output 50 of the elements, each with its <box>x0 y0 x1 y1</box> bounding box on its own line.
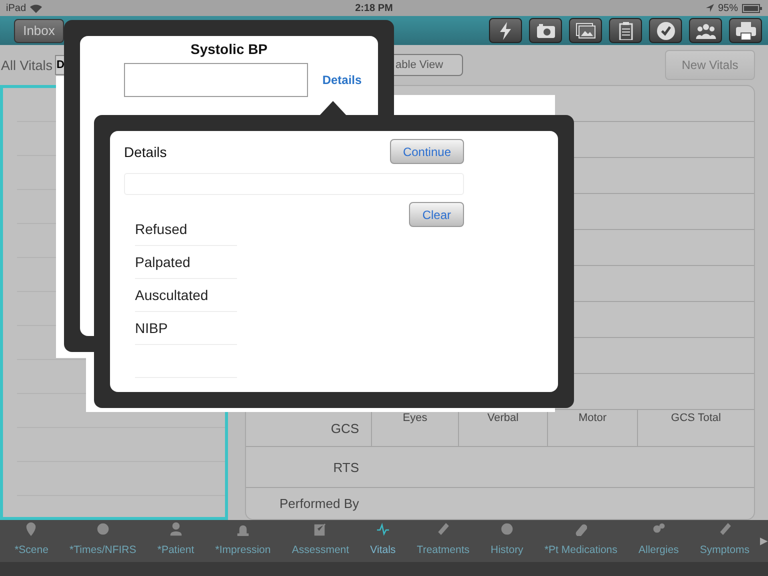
inbox-button[interactable]: Inbox <box>14 18 64 42</box>
checkbox-icon <box>314 522 326 536</box>
battery-percent: 95% <box>718 2 738 14</box>
row-label: GCS <box>330 420 360 436</box>
more-arrow[interactable]: ▶ <box>760 535 768 547</box>
option-item[interactable]: Auscultated <box>135 279 237 312</box>
clear-button[interactable]: Clear <box>409 202 464 227</box>
lightning-icon[interactable] <box>489 18 522 43</box>
tab[interactable]: Treatments <box>406 522 480 562</box>
pill-icon <box>574 522 587 536</box>
printer-icon[interactable] <box>729 18 762 43</box>
tab[interactable]: *Scene <box>4 522 59 562</box>
new-vitals-button[interactable]: New Vitals <box>665 50 755 80</box>
tab[interactable]: *Patient <box>146 522 205 562</box>
pin-icon <box>25 522 38 536</box>
option-item[interactable]: Refused <box>135 213 237 246</box>
pulse-icon <box>376 522 389 536</box>
device-name: iPad <box>6 2 26 14</box>
tab[interactable]: Symptoms <box>689 522 760 562</box>
person-icon <box>170 522 182 536</box>
row-label: RTS <box>332 460 360 474</box>
bandage-icon <box>437 522 450 536</box>
people-icon[interactable] <box>689 18 722 43</box>
tab[interactable]: Vitals <box>360 522 406 562</box>
clock-time: 2:18 PM <box>354 2 394 14</box>
option-item[interactable]: Palpated <box>135 246 237 279</box>
tab[interactable]: Allergies <box>628 522 690 562</box>
tab[interactable]: Assessment <box>281 522 360 562</box>
view-title: All Vitals <box>1 58 53 72</box>
details-link[interactable]: Details <box>322 73 362 87</box>
row-label: Performed By <box>278 496 360 511</box>
wifi-icon <box>30 4 42 12</box>
popover-title: Details <box>124 144 167 160</box>
tab[interactable]: *Impression <box>204 522 282 562</box>
bandage-icon <box>718 522 731 536</box>
tab[interactable]: *Times/NFIRS <box>58 522 147 562</box>
value-input-field[interactable] <box>124 63 308 97</box>
tab[interactable]: *Pt Medications <box>534 522 628 562</box>
continue-button[interactable]: Continue <box>390 139 464 164</box>
view-button[interactable]: D <box>54 55 65 75</box>
clipboard-icon[interactable] <box>609 18 642 43</box>
pictures-icon[interactable] <box>569 18 602 43</box>
option-item[interactable]: NIBP <box>135 312 237 345</box>
battery-icon <box>742 4 762 12</box>
location-icon <box>706 4 714 12</box>
popover-title: Systolic BP <box>190 41 268 57</box>
camera-icon[interactable] <box>529 18 562 43</box>
tab[interactable]: History <box>480 522 534 562</box>
table-cell[interactable]: GCS Total <box>637 410 754 446</box>
checkmark-icon[interactable] <box>649 18 682 43</box>
